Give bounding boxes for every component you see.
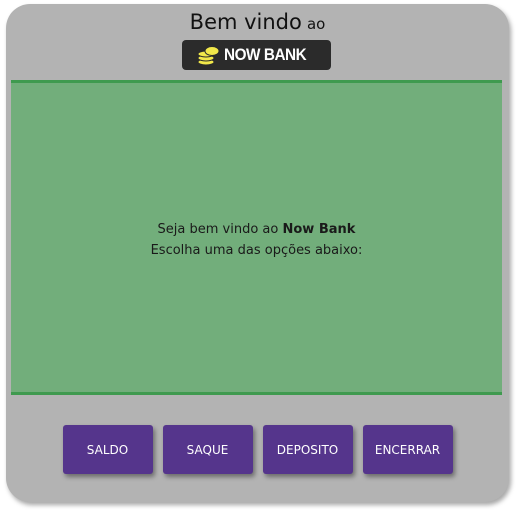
welcome-heading: Bem vindo ao bbox=[6, 10, 509, 34]
atm-panel: Bem vindo ao NOW BANK Seja bem vindo ao … bbox=[6, 4, 509, 502]
welcome-line-prefix: Seja bem vindo ao bbox=[157, 222, 283, 237]
welcome-line: Seja bem vindo ao Now Bank bbox=[11, 219, 502, 240]
now-bank-logo: NOW BANK bbox=[182, 40, 331, 70]
welcome-title-suffix: ao bbox=[306, 15, 326, 33]
instruction-line: Escolha uma das opções abaixo: bbox=[150, 243, 363, 258]
bank-name: Now Bank bbox=[282, 222, 356, 237]
saldo-button[interactable]: SALDO bbox=[62, 425, 153, 474]
logo-text: NOW BANK bbox=[224, 45, 307, 64]
screen-message: Seja bem vindo ao Now Bank Escolha uma d… bbox=[11, 219, 502, 261]
saque-button[interactable]: SAQUE bbox=[162, 425, 253, 474]
encerrar-button[interactable]: ENCERRAR bbox=[362, 425, 453, 474]
deposito-button[interactable]: DEPOSITO bbox=[262, 425, 353, 474]
action-buttons: SALDO SAQUE DEPOSITO ENCERRAR bbox=[6, 425, 509, 474]
welcome-title: Bem vindo bbox=[189, 10, 302, 34]
atm-screen: Seja bem vindo ao Now Bank Escolha uma d… bbox=[11, 80, 502, 395]
coins-icon bbox=[197, 43, 221, 67]
